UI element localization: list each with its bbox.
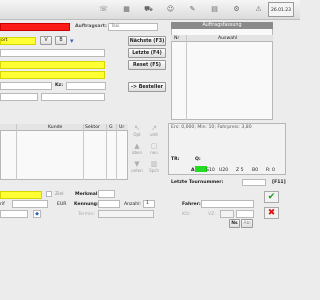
col-divider-4 <box>116 124 117 180</box>
dropdown-icon[interactable]: ▾ <box>70 37 78 45</box>
col-divider-2 <box>83 124 84 180</box>
kz-label: Kz: <box>55 83 64 88</box>
oben-button[interactable]: ▲ oben <box>130 143 144 156</box>
clock: 26.01.23 <box>268 2 294 17</box>
col-kunde: Kunde <box>48 125 63 130</box>
cancel-icon[interactable]: ✖ <box>264 207 279 219</box>
col-divider-1 <box>16 124 17 180</box>
seg-u20: U20 <box>219 168 229 173</box>
car-icon[interactable]: ⛟ <box>140 3 157 16</box>
datum-field[interactable] <box>0 210 28 218</box>
kz-field[interactable] <box>66 82 106 90</box>
opt-button[interactable]: ↖ Opt <box>130 125 144 138</box>
naechste-button[interactable]: Nächste (F3) <box>128 36 166 46</box>
warning-icon[interactable]: ⚠ <box>250 3 267 16</box>
besteller-button[interactable]: -> Besteller <box>128 82 166 92</box>
auftragsfassung-header: Auftragsfassung <box>171 22 273 29</box>
q-label: Q: <box>195 157 201 162</box>
v-button[interactable]: V <box>40 36 52 45</box>
ort-field[interactable]: ort <box>0 37 36 45</box>
kennung-label: Kennung: <box>74 202 99 207</box>
letzte-tour-label: Letzte Tournummer: <box>171 180 224 185</box>
settings-icon[interactable]: ⚙ <box>228 3 245 16</box>
vz-extra-field[interactable] <box>236 210 254 218</box>
strasse-field[interactable] <box>0 61 105 69</box>
fahrer-label: Fahrer: <box>182 202 201 207</box>
ziel-checkbox[interactable] <box>46 191 52 197</box>
kfz-label: Kfz: <box>182 212 191 217</box>
abl-button[interactable]: Abl <box>241 219 253 228</box>
bemerkung-field[interactable] <box>41 93 105 101</box>
ns-button[interactable]: Ns <box>229 219 240 228</box>
neu-button[interactable]: ▢ neu <box>147 143 161 156</box>
seg-r0: R: 0 <box>266 168 275 173</box>
kennung-field[interactable] <box>98 200 120 208</box>
col-auswahl: Auswahl <box>218 36 238 41</box>
col-g: G <box>109 125 113 130</box>
hausnr-field[interactable] <box>0 82 52 90</box>
speichern-button[interactable]: ▥ Spch <box>147 161 161 174</box>
ziel-label: Ziel <box>55 192 64 197</box>
chart-icon[interactable]: ▤ <box>206 3 223 16</box>
auftragsart-label: Auftragsart: <box>75 24 107 29</box>
vz-field[interactable] <box>220 210 234 218</box>
unten-button[interactable]: ▼ unten <box>130 161 144 174</box>
letzte-button[interactable]: Letzte (F4) <box>128 48 166 58</box>
kunden-table <box>0 124 128 180</box>
status-red-field[interactable] <box>0 23 70 31</box>
confirm-icon[interactable]: ✔ <box>264 191 279 203</box>
left-prefix: rif <box>0 202 5 207</box>
anzahl-label: Anzahl: <box>124 202 142 207</box>
zusatz-field[interactable] <box>0 93 38 101</box>
name-field[interactable] <box>0 49 105 57</box>
reset-button[interactable]: Reset (F5) <box>128 60 166 70</box>
ort-detail-field[interactable] <box>0 71 105 79</box>
map-icon[interactable]: ▦ <box>118 3 135 16</box>
merkmal-field[interactable] <box>98 190 115 198</box>
anzahl-field[interactable]: 1 <box>143 200 155 208</box>
col-sektor: Sektor <box>85 125 100 130</box>
phone-icon[interactable]: ☏ <box>95 3 112 16</box>
merkmal-label: Merkmal: <box>75 192 100 197</box>
b-button[interactable]: B <box>55 36 67 45</box>
seg-z5: Z 5 <box>236 168 244 173</box>
tools-icon[interactable]: ✎ <box>184 3 201 16</box>
info-line: Ers: 0,000; Min: 10; Fahrpreis: 3,80 <box>171 125 252 130</box>
eur-label: EUR <box>57 202 67 207</box>
seg-s10: S10 <box>206 168 215 173</box>
vz-label: VZ: <box>208 212 216 217</box>
col-divider <box>186 35 187 120</box>
f11-label: [F11] <box>272 180 286 185</box>
users-icon[interactable]: ☺ <box>162 3 179 16</box>
col-ur: Ur <box>119 125 125 130</box>
preis-field[interactable] <box>12 200 48 208</box>
termin-label: Termin: <box>78 212 95 217</box>
tr-label: TR: <box>171 157 180 162</box>
fahrer-field[interactable] <box>201 200 254 208</box>
ziel-yellow-field[interactable] <box>0 191 42 199</box>
auftragsart-field[interactable]: Taxi <box>108 23 158 31</box>
seg-b0: B0 <box>252 168 259 173</box>
calendar-icon[interactable]: ◆ <box>33 210 41 218</box>
umt-button[interactable]: ↗ umt <box>147 125 161 138</box>
col-nr: Nr <box>174 36 180 41</box>
letzte-tour-field[interactable] <box>242 179 266 186</box>
termin-field[interactable] <box>98 210 154 218</box>
col-divider-3 <box>106 124 107 180</box>
